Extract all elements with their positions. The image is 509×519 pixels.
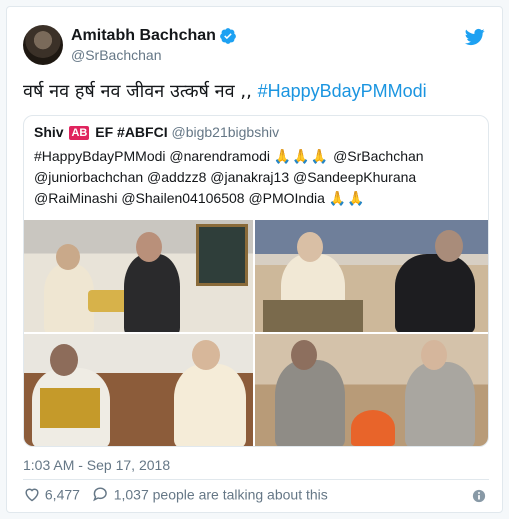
author-display-name[interactable]: Amitabh Bachchan xyxy=(71,27,216,45)
quoted-line1-mention-srbachchan: @SrBachchan xyxy=(333,148,424,164)
tweet-hashtag-link[interactable]: #HappyBdayPMModi xyxy=(258,81,427,101)
folded-hands-emoji-2: 🙏🙏 xyxy=(328,190,366,206)
like-count[interactable]: 6,477 xyxy=(45,486,80,502)
photo-grid xyxy=(24,220,488,446)
quoted-tweet-text: #HappyBdayPMModi @narendramodi 🙏🙏🙏 @SrBa… xyxy=(34,146,480,209)
engagement-bar: 6,477 1,037 people are talking about thi… xyxy=(23,485,328,505)
quoted-line3-mentions: @RaiMinashi @Shailen04106508 @PMOIndia xyxy=(34,190,325,206)
quoted-author-handle[interactable]: @bigb21bigbshiv xyxy=(171,124,279,140)
quoted-author-name-suffix[interactable]: EF #ABFCI xyxy=(95,124,167,140)
tweet-text: वर्ष नव हर्ष नव जीवन उत्कर्ष नव ,, #Happ… xyxy=(23,79,493,104)
verified-badge-icon xyxy=(220,28,236,44)
quoted-line1-mentions: #HappyBdayPMModi @narendramodi xyxy=(34,148,270,164)
quoted-tweet[interactable]: Shiv AB EF #ABFCI @bigb21bigbshiv #Happy… xyxy=(23,115,489,447)
tweet-separator: ,, xyxy=(234,81,258,102)
quoted-author-ab-badge: AB xyxy=(69,126,90,140)
photo-4[interactable] xyxy=(255,334,488,446)
author-handle[interactable]: @SrBachchan xyxy=(71,47,161,63)
tweet-timestamp[interactable]: 1:03 AM - Sep 17, 2018 xyxy=(23,457,170,473)
embedded-tweet-card[interactable]: Amitabh Bachchan @SrBachchan वर्ष नव हर्… xyxy=(6,6,503,513)
heart-icon[interactable] xyxy=(23,486,41,502)
quoted-line2-mentions: @juniorbachchan @addzz8 @janakraj13 @San… xyxy=(34,169,417,185)
folded-hands-emoji: 🙏🙏🙏 xyxy=(273,148,330,164)
info-icon[interactable] xyxy=(472,489,486,503)
quoted-author-name-prefix[interactable]: Shiv xyxy=(34,124,64,140)
tweet-hindi-text: वर्ष नव हर्ष नव जीवन उत्कर्ष नव xyxy=(23,81,235,102)
divider xyxy=(23,479,489,480)
photo-2[interactable] xyxy=(255,220,488,332)
replies-text[interactable]: 1,037 people are talking about this xyxy=(114,486,328,502)
photo-3[interactable] xyxy=(24,334,253,446)
author-avatar[interactable] xyxy=(23,25,63,65)
twitter-bird-icon[interactable] xyxy=(464,27,486,47)
speech-bubble-icon[interactable] xyxy=(92,486,110,502)
photo-1[interactable] xyxy=(24,220,253,332)
quoted-tweet-header: Shiv AB EF #ABFCI @bigb21bigbshiv xyxy=(34,124,279,141)
